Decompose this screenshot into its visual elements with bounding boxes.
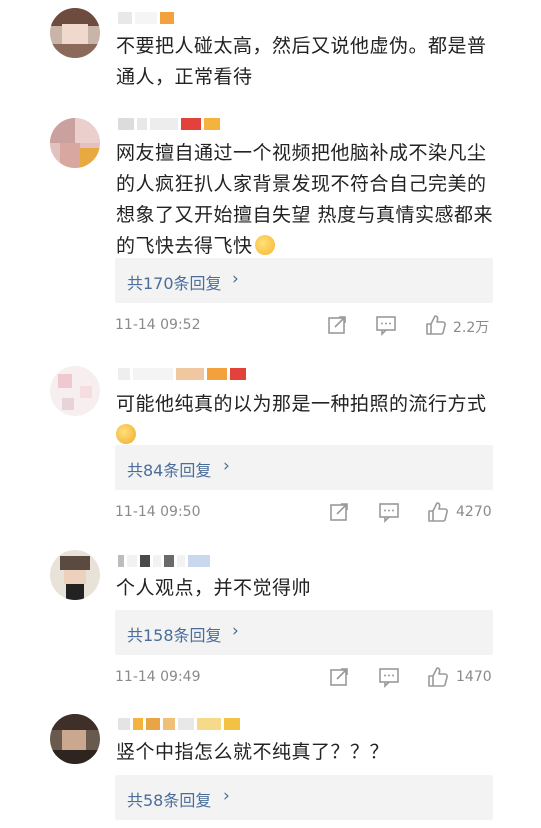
timestamp: 11-14 09:50 bbox=[115, 504, 201, 520]
comment-text: 不要把人碰太高，然后又说他虚伪。都是普通人，正常看待 bbox=[116, 35, 487, 88]
replies-label: 共170条回复 bbox=[127, 274, 222, 293]
timestamp: 11-14 09:52 bbox=[115, 317, 201, 333]
share-icon[interactable] bbox=[328, 666, 350, 688]
view-replies-button[interactable]: 共84条回复 › bbox=[115, 445, 493, 490]
avatar[interactable] bbox=[50, 366, 100, 416]
avatar[interactable] bbox=[50, 118, 100, 168]
thumbs-up-icon[interactable] bbox=[425, 314, 447, 336]
chevron-right-icon: › bbox=[232, 269, 239, 289]
comment-list-page: { "comments": [ { "text": "不要把人碰太高，然后又说他… bbox=[0, 0, 541, 828]
comment-meta: 11-14 09:52 2.2万 bbox=[115, 314, 495, 338]
comment-text: 网友擅自通过一个视频把他脑补成不染凡尘的人疯狂扒人家背景发现不符合自己完美的想象… bbox=[116, 142, 494, 257]
like-count: 2.2万 bbox=[453, 320, 490, 336]
chevron-right-icon: › bbox=[232, 621, 239, 641]
comment-icon[interactable] bbox=[378, 501, 400, 523]
replies-label: 共58条回复 bbox=[127, 791, 212, 810]
emoji-icon bbox=[254, 235, 275, 255]
comment-icon[interactable] bbox=[375, 314, 397, 336]
emoji-icon bbox=[116, 424, 136, 444]
share-icon[interactable] bbox=[326, 314, 348, 336]
thumbs-up-icon[interactable] bbox=[427, 501, 449, 523]
like-count: 4270 bbox=[456, 504, 492, 520]
avatar[interactable] bbox=[50, 714, 100, 764]
view-replies-button[interactable]: 共158条回复 › bbox=[115, 610, 493, 655]
username-masked[interactable] bbox=[118, 555, 210, 569]
thumbs-up-icon[interactable] bbox=[427, 666, 449, 688]
username-masked[interactable] bbox=[118, 12, 174, 26]
username-masked[interactable] bbox=[118, 118, 220, 132]
replies-label: 共158条回复 bbox=[127, 626, 222, 645]
timestamp: 11-14 09:49 bbox=[115, 669, 201, 685]
comment-icon[interactable] bbox=[378, 666, 400, 688]
view-replies-button[interactable]: 共58条回复 › bbox=[115, 775, 493, 820]
username-masked[interactable] bbox=[118, 718, 240, 732]
avatar[interactable] bbox=[50, 550, 100, 600]
comment-text: 可能他纯真的以为那是一种拍照的流行方式 bbox=[116, 389, 501, 451]
comment-meta: 11-14 09:49 1470 bbox=[115, 666, 495, 690]
comment-meta: 11-14 09:50 4270 bbox=[115, 501, 495, 525]
view-replies-button[interactable]: 共170条回复 › bbox=[115, 258, 493, 303]
comment-text: 竖个中指怎么就不纯真了？？？ bbox=[116, 741, 390, 763]
like-count: 1470 bbox=[456, 669, 492, 685]
share-icon[interactable] bbox=[328, 501, 350, 523]
comment-text: 个人观点，并不觉得帅 bbox=[116, 577, 312, 599]
chevron-right-icon: › bbox=[223, 456, 230, 476]
avatar[interactable] bbox=[50, 8, 100, 58]
replies-label: 共84条回复 bbox=[127, 461, 212, 480]
username-masked[interactable] bbox=[118, 368, 246, 382]
chevron-right-icon: › bbox=[223, 786, 230, 806]
